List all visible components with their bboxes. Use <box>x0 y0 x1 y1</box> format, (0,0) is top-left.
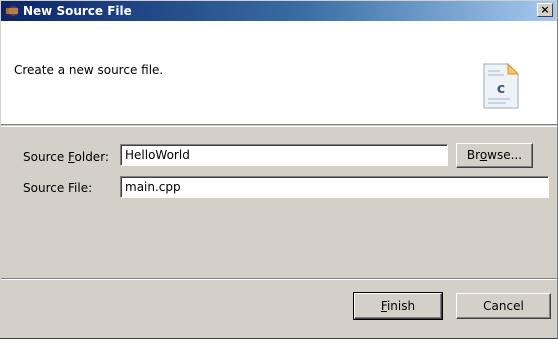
icon-letter: c <box>497 81 505 97</box>
cancel-button[interactable]: Cancel <box>456 293 551 319</box>
wizard-banner: Create a new source file. c <box>1 21 557 125</box>
title-bar[interactable]: New Source File × <box>1 1 556 21</box>
finish-button[interactable]: Finish <box>353 292 443 320</box>
source-folder-input[interactable] <box>120 144 448 166</box>
source-folder-label: Source Folder: <box>23 150 109 164</box>
banner-description: Create a new source file. <box>14 63 164 77</box>
c-source-file-icon: c <box>483 62 520 109</box>
button-bar-separator <box>1 278 557 280</box>
close-icon: × <box>540 3 550 16</box>
eclipse-icon <box>5 4 19 18</box>
new-source-file-dialog: New Source File × Create a new source fi… <box>0 0 558 339</box>
close-button[interactable]: × <box>537 3 553 17</box>
form-area: Source Folder: Browse... Source File: <box>1 126 557 279</box>
browse-button[interactable]: Browse... <box>456 143 533 168</box>
source-file-label: Source File: <box>23 181 93 195</box>
source-file-input[interactable] <box>120 176 549 198</box>
window-title: New Source File <box>23 4 132 18</box>
